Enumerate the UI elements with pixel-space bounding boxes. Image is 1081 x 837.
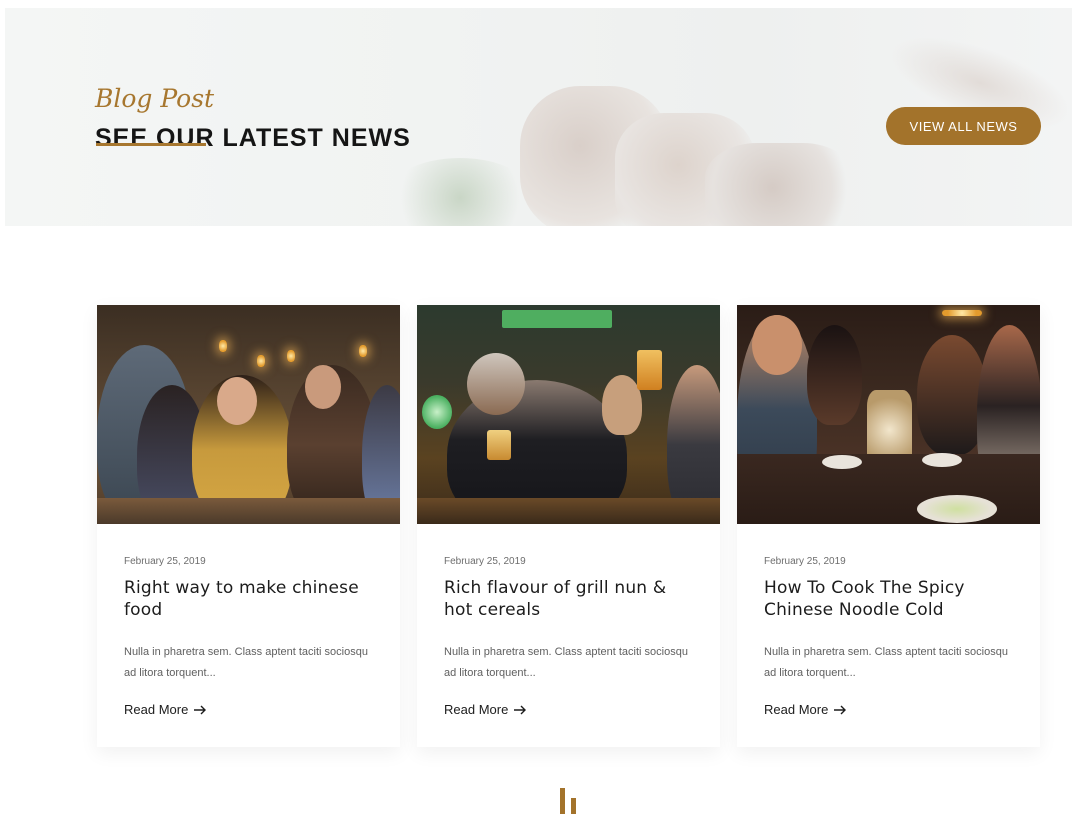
read-more-link[interactable]: Read More [764,702,847,717]
read-more-label: Read More [124,702,189,717]
post-excerpt: Nulla in pharetra sem. Class aptent taci… [444,646,688,679]
post-title[interactable]: Right way to make chinese food [124,577,374,621]
read-more-label: Read More [764,702,829,717]
blog-card-image[interactable] [737,305,1040,524]
hero-food-image-part [705,143,855,226]
section-subtitle: Blog Post [95,84,215,113]
arrow-right-icon [834,705,847,714]
blog-card-image[interactable] [97,305,400,524]
read-more-label: Read More [444,702,509,717]
hero-garnish-image [385,158,535,226]
read-more-link[interactable]: Read More [124,702,207,717]
post-title[interactable]: How To Cook The Spicy Chinese Noodle Col… [764,577,1014,621]
arrow-right-icon [514,705,527,714]
blog-card: February 25, 2019 How To Cook The Spicy … [737,305,1040,747]
post-title[interactable]: Rich flavour of grill nun & hot cereals [444,577,694,621]
blog-card: February 25, 2019 Right way to make chin… [97,305,400,747]
post-excerpt: Nulla in pharetra sem. Class aptent taci… [764,646,1008,679]
title-underline [96,143,206,146]
read-more-link[interactable]: Read More [444,702,527,717]
blog-card: February 25, 2019 Rich flavour of grill … [417,305,720,747]
arrow-right-icon [194,705,207,714]
view-all-news-button[interactable]: VIEW ALL NEWS [886,107,1041,145]
post-date: February 25, 2019 [124,556,206,567]
post-date: February 25, 2019 [764,556,846,567]
post-excerpt: Nulla in pharetra sem. Class aptent taci… [124,646,368,679]
post-date: February 25, 2019 [444,556,526,567]
brand-logo-icon [560,788,578,814]
section-title: SEE OUR LATEST NEWS [95,124,411,152]
blog-card-image[interactable] [417,305,720,524]
